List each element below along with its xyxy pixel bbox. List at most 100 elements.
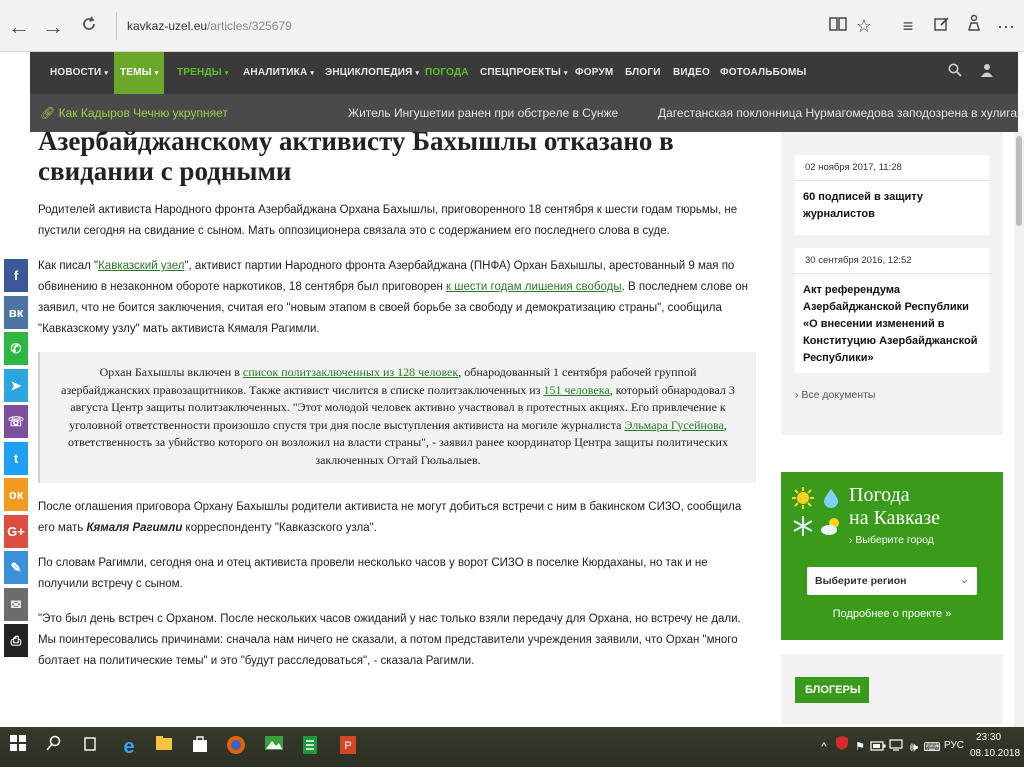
book-icon[interactable] (826, 14, 850, 38)
vk-icon[interactable]: вк (4, 295, 28, 329)
telegram-icon[interactable]: ➤ (4, 368, 28, 402)
clock-date[interactable]: 08.10.2018 (970, 748, 1020, 759)
choose-city-label: Выберите город (855, 534, 934, 546)
political-prisoners-list-link[interactable]: список политзаключенных из 128 человек (243, 365, 458, 379)
chevron-down-icon: ▾ (154, 70, 159, 77)
article-paragraph: Как писал "Кавказский узел", активист па… (38, 256, 760, 340)
text: Как писал " (38, 260, 99, 272)
nav-item-video[interactable]: ВИДЕО (673, 52, 710, 94)
ticker-item[interactable]: Житель Ингушетии ранен при обстреле в Су… (348, 106, 618, 120)
nav-item-blogs[interactable]: БЛОГИ (625, 52, 661, 94)
pen-note-icon[interactable] (930, 14, 954, 38)
region-select[interactable]: Выберите регион ⌄ (807, 567, 977, 595)
nav-label: ТЕМЫ (120, 67, 152, 78)
nav-item-news[interactable]: НОВОСТИ ▾ (50, 52, 108, 94)
back-arrow-icon[interactable]: ← (6, 14, 32, 40)
elmar-huseynov-link[interactable]: Эльмара Гусейнова (624, 418, 723, 432)
list-151-link[interactable]: 151 человека (543, 383, 609, 397)
nav-item-analytics[interactable]: АНАЛИТИКА ▾ (243, 52, 314, 94)
googleplus-icon[interactable]: G+ (4, 514, 28, 548)
nav-item-photoalbums[interactable]: ФОТОАЛЬБОМЫ (720, 52, 807, 94)
nav-label: БЛОГИ (625, 67, 661, 78)
whatsapp-icon[interactable]: ✆ (4, 332, 28, 365)
article-title: Азербайджанскому активисту Бахышлы отказ… (38, 126, 674, 186)
snowflake-icon (791, 514, 815, 538)
powerpoint-icon[interactable]: P (336, 735, 360, 759)
input-language[interactable]: РУС (944, 740, 964, 751)
nav-label: АНАЛИТИКА (243, 67, 308, 78)
edge-icon[interactable]: e (117, 735, 141, 759)
hub-icon[interactable]: ≡ (896, 14, 920, 38)
file-explorer-icon[interactable] (152, 735, 176, 759)
project-more-link[interactable]: Подробнее о проекте » (781, 608, 1003, 620)
chevron-down-icon: ▾ (564, 70, 568, 77)
quote-box: Орхан Бахышлы включен в список политзакл… (38, 352, 756, 483)
scrollbar-thumb[interactable] (1016, 136, 1022, 226)
document-card[interactable]: 30 сентября 2016, 12:52 Акт референдума … (795, 248, 989, 373)
viber-icon[interactable]: ☏ (4, 405, 28, 438)
windows-start-icon[interactable] (6, 735, 30, 759)
facebook-icon[interactable]: f (4, 259, 28, 292)
nav-item-weather[interactable]: ПОГОДА (425, 52, 469, 94)
forward-arrow-icon[interactable]: → (40, 14, 66, 40)
email-icon[interactable]: ✉ (4, 587, 28, 621)
refresh-icon[interactable] (76, 14, 102, 40)
store-icon[interactable] (188, 735, 212, 759)
search-icon[interactable] (940, 52, 970, 94)
nav-item-themes[interactable]: ТЕМЫ ▾ (114, 52, 165, 94)
share-bar: f вк ✆ ➤ ☏ t ок G+ ✎ ✉ ⎙ (4, 259, 28, 661)
nav-item-specprojects[interactable]: СПЕЦПРОЕКТЫ ▾ (480, 52, 568, 94)
sentence-link[interactable]: к шести годам лишения свободы (446, 281, 622, 293)
ticker-item[interactable]: Дагестанская поклонница Нурмагомедова за… (658, 106, 1024, 120)
share-icon[interactable] (962, 14, 986, 38)
choose-city-link[interactable]: › Выберите город (849, 534, 934, 546)
documents-box: 02 ноября 2017, 11:28 60 подписей в защи… (781, 132, 1003, 435)
odnoklassniki-icon[interactable]: ок (4, 478, 28, 511)
keyboard-icon[interactable]: ⌨ (920, 735, 944, 759)
bloggers-heading[interactable]: БЛОГЕРЫ (795, 677, 869, 703)
site-main-nav: НОВОСТИ ▾ ТЕМЫ ▾ ТРЕНДЫ ▾ АНАЛИТИКА ▾ ЭНЦИКЛ… (30, 52, 1018, 94)
weather-widget: Погода на Кавказе › Выберите город Выбер… (781, 472, 1003, 640)
chevron-down-icon: ▾ (310, 70, 315, 77)
kavkaz-uzel-link[interactable]: Кавказский узел (98, 260, 184, 272)
address-separator (116, 12, 117, 40)
bloggers-box: БЛОГЕРЫ (781, 654, 1003, 724)
chevron-down-icon: ▾ (104, 70, 109, 77)
nav-item-encyclopedia[interactable]: ЭНЦИКЛОПЕДИЯ ▾ (325, 52, 419, 94)
article: Азербайджанскому активисту Бахышлы отказ… (38, 126, 760, 672)
task-view-icon[interactable] (78, 735, 102, 759)
clock-time[interactable]: 23:30 (976, 732, 1001, 743)
weather-title: Погода на Кавказе (849, 484, 940, 530)
weather-title-line: на Кавказе (849, 507, 941, 529)
windows-taskbar: e P ^ ⚑ 🕪︎ ⌨ РУС 23:30 08.10.2018 (0, 727, 1024, 767)
green-document-icon[interactable] (298, 735, 322, 759)
print-icon[interactable]: ⎙ (4, 624, 28, 657)
more-icon[interactable]: ··· (994, 14, 1018, 38)
address-bar[interactable]: kavkaz-uzel.eu/articles/325679 (127, 19, 292, 33)
all-documents-label: Все документы (801, 389, 876, 401)
search-icon[interactable] (42, 735, 66, 759)
article-lead: Родителей активиста Народного фронта Азе… (38, 204, 738, 237)
document-card[interactable]: 02 ноября 2017, 11:28 60 подписей в защи… (795, 155, 989, 235)
chevron-down-icon: ⌄ (959, 574, 969, 586)
nav-item-trends[interactable]: ТРЕНДЫ ▾ (177, 52, 229, 94)
user-icon[interactable] (972, 52, 1002, 94)
firefox-icon[interactable] (224, 735, 248, 759)
nav-item-forum[interactable]: ФОРУМ (575, 52, 613, 94)
nav-label: ВИДЕО (673, 67, 710, 78)
document-date: 30 сентября 2016, 12:52 (795, 248, 989, 274)
nav-label: ФОТОАЛЬБОМЫ (720, 67, 807, 78)
nav-label: ФОРУМ (575, 67, 614, 78)
livejournal-icon[interactable]: ✎ (4, 551, 28, 584)
photos-icon[interactable] (262, 735, 286, 759)
all-documents-link[interactable]: › Все документы (795, 389, 875, 401)
twitter-icon[interactable]: t (4, 441, 28, 475)
sun-icon (791, 486, 815, 510)
chevron-right-icon: › (795, 389, 799, 401)
star-icon[interactable]: ☆ (852, 14, 876, 38)
text: Орхан Бахышлы включен в (99, 365, 243, 379)
ticker-item[interactable]: 🔗︎ Как Кадыров Чечню укрупняет (40, 106, 228, 120)
ticker-item-label: Как Кадыров Чечню укрупняет (58, 106, 228, 120)
article-paragraph: "Это был день встреч с Орханом. После не… (38, 613, 741, 667)
scrollbar[interactable] (1014, 132, 1024, 727)
